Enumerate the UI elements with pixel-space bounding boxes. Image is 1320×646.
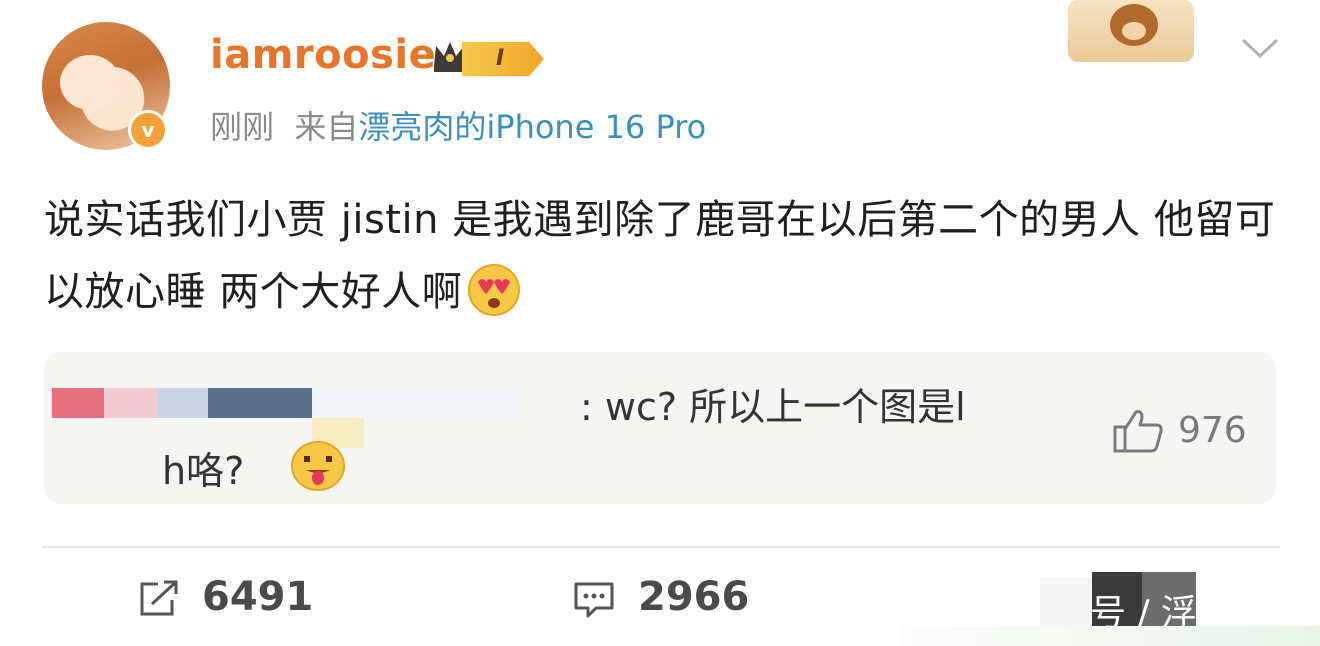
avatar-face bbox=[60, 55, 120, 110]
watermark-strip bbox=[900, 626, 1320, 646]
comment-like-count: 976 bbox=[1178, 410, 1247, 451]
thumbs-up-icon[interactable] bbox=[1112, 408, 1164, 454]
bear-face-decoration bbox=[1122, 22, 1146, 40]
watermark-block bbox=[1040, 578, 1092, 626]
source-device-link[interactable]: 漂亮肉的iPhone 16 Pro bbox=[358, 108, 706, 146]
censor-block bbox=[158, 388, 208, 418]
censor-block bbox=[104, 388, 158, 418]
verified-icon: v bbox=[128, 110, 168, 150]
censor-block bbox=[312, 388, 522, 418]
chevron-down-icon[interactable] bbox=[1240, 36, 1280, 60]
divider bbox=[42, 546, 1280, 548]
comment-count[interactable]: 2966 bbox=[638, 574, 749, 620]
comment-icon[interactable] bbox=[572, 580, 616, 620]
level-badge[interactable]: I bbox=[462, 42, 544, 76]
post-meta: 刚刚 来自漂亮肉的iPhone 16 Pro bbox=[210, 102, 706, 148]
post-text: 说实话我们小贾 jistin 是我遇到除了鹿哥在以后第二个的男人 他留可以放心睡… bbox=[44, 197, 1276, 315]
heart-eyes-emoji-icon bbox=[468, 264, 521, 316]
username[interactable]: iamroosie bbox=[210, 32, 436, 78]
tongue-emoji-icon bbox=[291, 441, 345, 491]
post-time: 刚刚 bbox=[210, 108, 275, 146]
share-count[interactable]: 6491 bbox=[202, 574, 313, 620]
censor-block bbox=[208, 388, 312, 418]
source-prefix: 来自 bbox=[294, 108, 359, 146]
comment-text-line1: : wc? 所以上一个图是l bbox=[580, 385, 966, 429]
share-icon[interactable] bbox=[138, 580, 180, 618]
post-body: 说实话我们小贾 jistin 是我遇到除了鹿哥在以后第二个的男人 他留可以放心睡… bbox=[44, 184, 1284, 328]
censor-block bbox=[52, 388, 104, 418]
comment-text-line2: h咯? bbox=[162, 449, 245, 493]
